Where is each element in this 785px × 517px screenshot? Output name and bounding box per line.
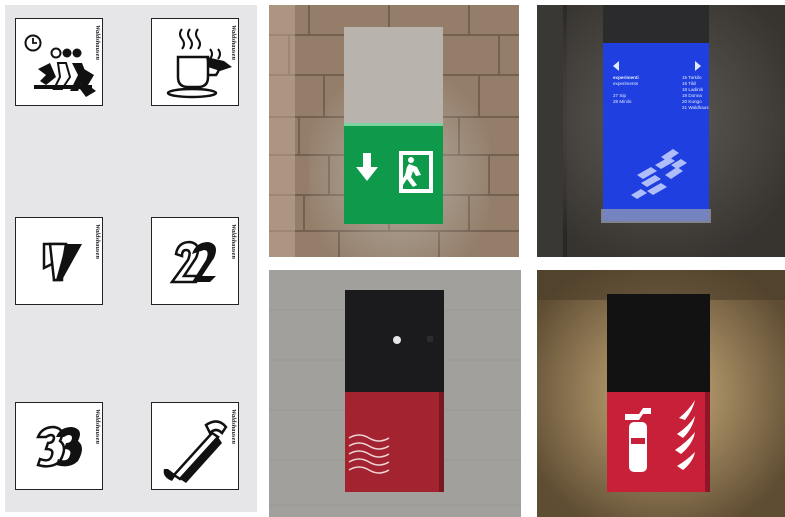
brand-mark: Waldshausen — [230, 224, 236, 260]
brand-mark: Waldshausen — [230, 25, 236, 61]
directory-left-line: 28 Minilo — [613, 99, 632, 104]
telephone-icon: Waldshausen — [151, 402, 239, 490]
floor-2-icon: Waldshausen — [151, 217, 239, 305]
directory-right-line: 21 Waldhaus — [682, 105, 709, 110]
red-heating-panel-photo — [269, 270, 521, 517]
emergency-exit-sign-photo — [269, 5, 519, 257]
pictogram-panel: Waldshausen Waldshausen Waldshausen Wald… — [5, 5, 257, 512]
waiting-room-icon: Waldshausen — [15, 18, 103, 106]
brand-mark: Waldshausen — [230, 409, 236, 445]
floor-1-icon: Waldshausen — [15, 217, 103, 305]
floor-directory-sign-photo: experimenti experiments 27 Sip 28 Minilo… — [537, 5, 785, 257]
floor-3-icon: Waldshausen — [15, 402, 103, 490]
brand-mark: Waldshausen — [94, 224, 100, 260]
coffee-cup-icon: Waldshausen — [151, 18, 239, 106]
fire-extinguisher-sign-photo — [537, 270, 785, 517]
directory-subtitle: experiments — [613, 81, 639, 86]
brand-mark: Waldshausen — [94, 409, 100, 445]
brand-mark: Waldshausen — [94, 25, 100, 61]
